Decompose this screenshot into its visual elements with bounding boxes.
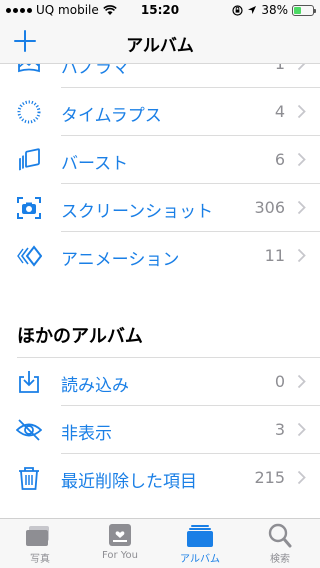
section-title-other-albums: ほかのアルバム [17, 326, 143, 347]
list-item-count: 4 [274, 102, 285, 121]
search-icon [268, 523, 292, 548]
list-item-burst[interactable]: バースト 6 [0, 136, 320, 184]
trash-icon [19, 467, 39, 490]
tab-label: アルバム [180, 554, 220, 565]
status-bar: UQ mobile 15:20 38% [0, 0, 320, 20]
burst-icon [19, 148, 40, 171]
chevron-right-icon [297, 422, 306, 437]
orientation-lock-icon [232, 4, 243, 16]
list-item-label: 読み込み [61, 376, 129, 396]
list-item-label: スクリーンショット [61, 202, 214, 222]
photos-icon [26, 526, 49, 546]
tab-for-you[interactable]: For You [80, 519, 160, 568]
list-item-count: 11 [264, 246, 285, 265]
list-item-label: バースト [61, 154, 129, 174]
battery-percent: 38% [261, 3, 288, 17]
list-item-label: タイムラプス [61, 106, 162, 126]
list-item-label: 非表示 [61, 424, 112, 444]
tab-bar: 写真 For You アルバム 検索 [0, 518, 320, 568]
list-item-recently-deleted[interactable]: 最近削除した項目 215 [0, 454, 320, 502]
chevron-right-icon [297, 200, 306, 215]
tab-label: 写真 [30, 554, 50, 565]
chevron-right-icon [297, 374, 306, 389]
animation-icon [17, 245, 42, 267]
battery-level-fill [294, 6, 301, 14]
albums-icon [187, 525, 213, 547]
list-item-label: アニメーション [61, 250, 180, 270]
page-title: アルバム [126, 36, 194, 56]
tab-photos[interactable]: 写真 [0, 519, 80, 568]
tab-albums[interactable]: アルバム [160, 519, 240, 568]
import-icon [19, 371, 39, 393]
list-item-timelapse[interactable]: タイムラプス 4 [0, 88, 320, 136]
chevron-right-icon [297, 152, 306, 167]
hidden-eye-icon [16, 419, 42, 441]
tab-label: For You [101, 550, 139, 561]
tab-label: 検索 [270, 554, 290, 565]
tab-search[interactable]: 検索 [240, 519, 320, 568]
for-you-icon [109, 524, 131, 546]
chevron-right-icon [297, 248, 306, 263]
list-item-label: 最近削除した項目 [61, 472, 197, 492]
list-item-animation[interactable]: アニメーション 11 [0, 232, 320, 280]
navigation-bar: アルバム [0, 20, 320, 64]
list-item-count: 0 [274, 372, 285, 391]
chevron-right-icon [297, 104, 306, 119]
media-types-list: パノラマ 1 タイムラプス 4 バースト 6 スクリーンショ [0, 40, 320, 280]
list-item-count: 3 [274, 420, 285, 439]
timelapse-icon [17, 100, 41, 124]
list-item-count: 306 [254, 198, 285, 217]
list-item-screenshot[interactable]: スクリーンショット 306 [0, 184, 320, 232]
list-item-count: 6 [274, 150, 285, 169]
list-item-hidden[interactable]: 非表示 3 [0, 406, 320, 454]
location-arrow-icon [248, 6, 257, 14]
list-item-import[interactable]: 読み込み 0 [0, 358, 320, 406]
battery-icon [292, 4, 316, 16]
other-albums-list: 読み込み 0 非表示 3 最近削除した項目 215 [0, 358, 320, 502]
screenshot-icon [17, 197, 41, 219]
list-item-count: 215 [254, 468, 285, 487]
chevron-right-icon [297, 470, 306, 485]
